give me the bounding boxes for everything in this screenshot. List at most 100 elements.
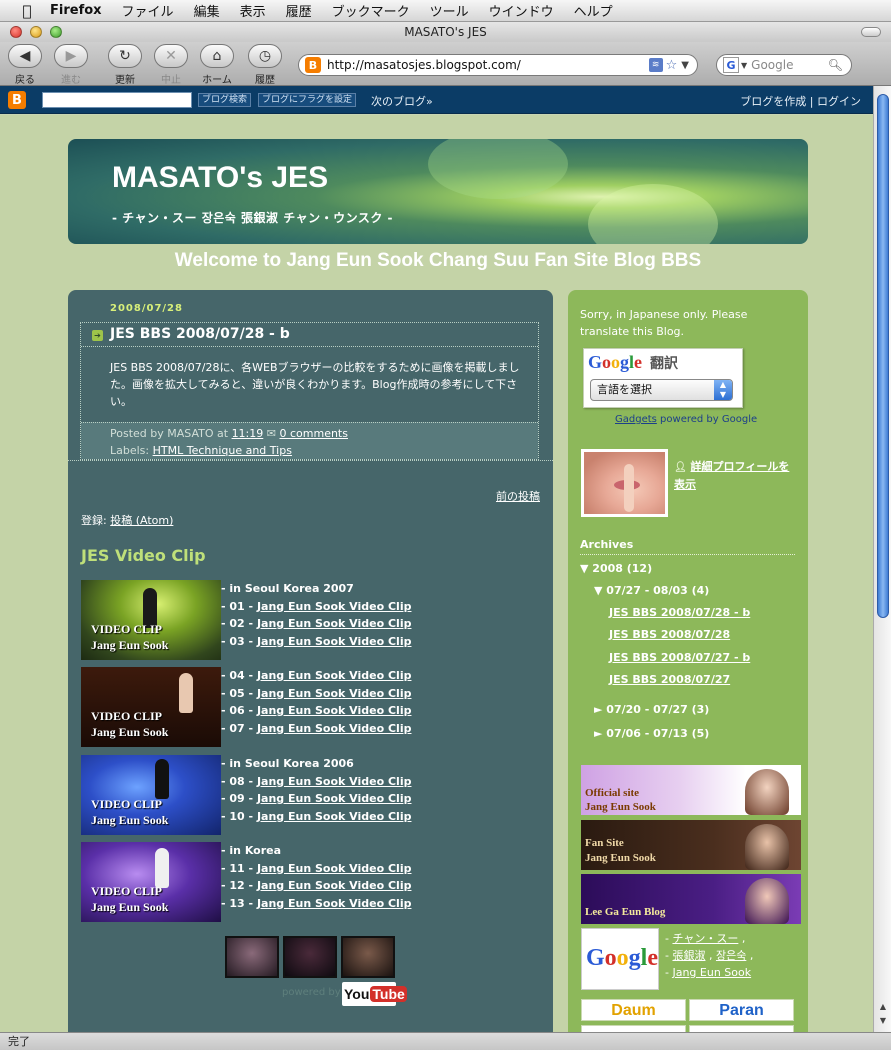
video-thumbnail[interactable]: VIDEO CLIP Jang Eun Sook: [81, 667, 221, 747]
login-link[interactable]: ログイン: [817, 95, 861, 108]
rss-feed-icon[interactable]: ≋: [648, 58, 663, 72]
home-button[interactable]: ⌂ ホーム: [200, 44, 234, 86]
menu-bookmarks[interactable]: ブックマーク: [332, 1, 410, 20]
flag-blog-button[interactable]: ブログにフラグを設定: [258, 93, 357, 107]
blog-search-input[interactable]: [42, 92, 192, 108]
history-button[interactable]: ◷ 履歴: [248, 44, 282, 86]
divider: [68, 460, 553, 461]
status-bar: 完了: [0, 1032, 891, 1050]
blog-search-button[interactable]: ブログ検索: [198, 93, 252, 107]
url-text[interactable]: http://masatosjes.blogspot.com/: [327, 58, 649, 72]
video-link[interactable]: Jang Eun Sook Video Clip: [257, 775, 412, 788]
url-bar[interactable]: B http://masatosjes.blogspot.com/ ≋ ☆ ▼: [298, 54, 698, 76]
url-dropdown-icon[interactable]: ▼: [681, 60, 689, 71]
zoom-window-button[interactable]: [50, 26, 62, 38]
video-link[interactable]: Jang Eun Sook Video Clip: [257, 879, 412, 892]
engine-dropdown-icon[interactable]: ▼: [741, 61, 747, 70]
video-link[interactable]: Jang Eun Sook Video Clip: [257, 704, 412, 717]
google-engine-icon[interactable]: G: [723, 57, 739, 73]
youtube-thumbnail[interactable]: [283, 936, 337, 978]
next-blog-link[interactable]: 次のブログ»: [371, 93, 433, 109]
archive-year-toggle[interactable]: ▼ 2008 (12): [580, 562, 652, 575]
create-blog-link[interactable]: ブログを作成: [740, 95, 806, 108]
paran-logo[interactable]: Paran: [689, 999, 794, 1021]
older-posts-link[interactable]: 前の投稿: [496, 488, 540, 504]
menu-window[interactable]: ウインドウ: [489, 1, 554, 20]
official-site-banner[interactable]: Official site Jang Eun Sook: [581, 765, 801, 815]
search-box[interactable]: G ▼ Google 🔍︎: [716, 54, 852, 76]
profile-photo[interactable]: [581, 449, 668, 517]
reload-button[interactable]: ↻ 更新: [108, 44, 142, 86]
video-link[interactable]: Jang Eun Sook Video Clip: [257, 862, 412, 875]
post-time-link[interactable]: 11:19: [232, 427, 264, 440]
menu-view[interactable]: 表示: [240, 1, 266, 20]
archive-week-toggle[interactable]: ▼ 07/27 - 08/03 (4): [594, 584, 709, 597]
bookmark-star-icon[interactable]: ☆: [666, 58, 678, 73]
video-thumbnail[interactable]: VIDEO CLIP Jang Eun Sook: [81, 842, 221, 922]
minimize-window-button[interactable]: [30, 26, 42, 38]
archive-week-toggle[interactable]: ► 07/20 - 07/27 (3): [594, 703, 709, 716]
partner-logo[interactable]: [581, 1025, 686, 1032]
browser-toolbar: ◀ 戻る ▶ 進む ↻ 更新 ✕ 中止 ⌂ ホーム ◷ 履歴 B http://…: [0, 42, 891, 86]
daum-logo[interactable]: Daum: [581, 999, 686, 1021]
video-thumbnail[interactable]: VIDEO CLIP Jang Eun Sook: [81, 580, 221, 660]
sidebar: Sorry, in Japanese only. Please translat…: [568, 290, 808, 1032]
video-number: - 09 -: [221, 792, 257, 805]
video-link[interactable]: Jang Eun Sook Video Clip: [257, 792, 412, 805]
search-term-link[interactable]: 장은숙: [716, 949, 746, 962]
archive-post-link[interactable]: JES BBS 2008/07/27 - b: [609, 651, 750, 664]
lee-ga-eun-blog-banner[interactable]: Lee Ga Eun Blog: [581, 874, 801, 924]
search-term-link[interactable]: Jang Eun Sook: [672, 966, 751, 979]
apple-icon[interactable]: : [18, 2, 36, 20]
youtube-thumbnail[interactable]: [341, 936, 395, 978]
fan-site-banner[interactable]: Fan Site Jang Eun Sook: [581, 820, 801, 870]
archive-week-toggle[interactable]: ► 07/06 - 07/13 (5): [594, 727, 709, 740]
video-link[interactable]: Jang Eun Sook Video Clip: [257, 722, 412, 735]
label-link[interactable]: HTML Technique and Tips: [153, 444, 292, 457]
scrollbar-thumb[interactable]: [877, 94, 889, 618]
blogger-logo-icon[interactable]: B: [8, 91, 26, 109]
scroll-up-icon[interactable]: ▲: [877, 1002, 889, 1014]
language-select[interactable]: 言語を選択 ▲ ▼: [590, 379, 733, 401]
archive-post-link[interactable]: JES BBS 2008/07/28: [609, 628, 730, 641]
menu-tools[interactable]: ツール: [430, 1, 469, 20]
back-button[interactable]: ◀ 戻る: [8, 44, 42, 86]
google-search-logo[interactable]: Google: [581, 928, 659, 990]
close-window-button[interactable]: [10, 26, 22, 38]
forward-button[interactable]: ▶ 進む: [54, 44, 88, 86]
comments-link[interactable]: 0 comments: [279, 427, 348, 440]
vertical-scrollbar[interactable]: ▲ ▼: [873, 86, 891, 1032]
blog-title[interactable]: MASATO's JES: [112, 161, 328, 195]
menu-edit[interactable]: 編集: [194, 1, 220, 20]
search-term-link[interactable]: 張銀淑: [672, 949, 705, 962]
youtube-thumbnail[interactable]: [225, 936, 279, 978]
partner-logo[interactable]: [689, 1025, 794, 1032]
menu-file[interactable]: ファイル: [122, 1, 174, 20]
gadgets-link[interactable]: Gadgets: [615, 414, 657, 425]
post-title[interactable]: JES BBS 2008/07/28 - b: [110, 326, 290, 342]
atom-feed-link[interactable]: 投稿 (Atom): [110, 514, 173, 527]
menu-history[interactable]: 履歴: [286, 1, 312, 20]
search-input[interactable]: Google: [751, 58, 828, 72]
toolbar-toggle-button[interactable]: [861, 27, 881, 37]
archive-post-link[interactable]: JES BBS 2008/07/27: [609, 673, 730, 686]
search-term-link[interactable]: チャン・スー: [672, 932, 738, 945]
menu-help[interactable]: ヘルプ: [574, 1, 613, 20]
youtube-logo[interactable]: You Tube: [342, 982, 407, 1006]
video-link[interactable]: Jang Eun Sook Video Clip: [257, 669, 412, 682]
video-link[interactable]: Jang Eun Sook Video Clip: [257, 687, 412, 700]
menu-app[interactable]: Firefox: [50, 3, 102, 18]
search-icon[interactable]: 🔍︎: [828, 58, 843, 72]
stop-button[interactable]: ✕ 中止: [154, 44, 188, 86]
view-profile-link[interactable]: 詳細プロフィールを表示: [674, 460, 789, 491]
video-link[interactable]: Jang Eun Sook Video Clip: [257, 600, 412, 613]
video-thumbnail[interactable]: VIDEO CLIP Jang Eun Sook: [81, 755, 221, 835]
video-list-item: - 07 - Jang Eun Sook Video Clip: [221, 720, 411, 738]
video-link[interactable]: Jang Eun Sook Video Clip: [257, 617, 412, 630]
archive-post-link[interactable]: JES BBS 2008/07/28 - b: [609, 606, 750, 619]
scroll-down-icon[interactable]: ▼: [877, 1016, 889, 1028]
video-link[interactable]: Jang Eun Sook Video Clip: [257, 635, 412, 648]
archives-heading: Archives: [580, 538, 795, 555]
video-link[interactable]: Jang Eun Sook Video Clip: [257, 897, 412, 910]
video-link[interactable]: Jang Eun Sook Video Clip: [257, 810, 412, 823]
